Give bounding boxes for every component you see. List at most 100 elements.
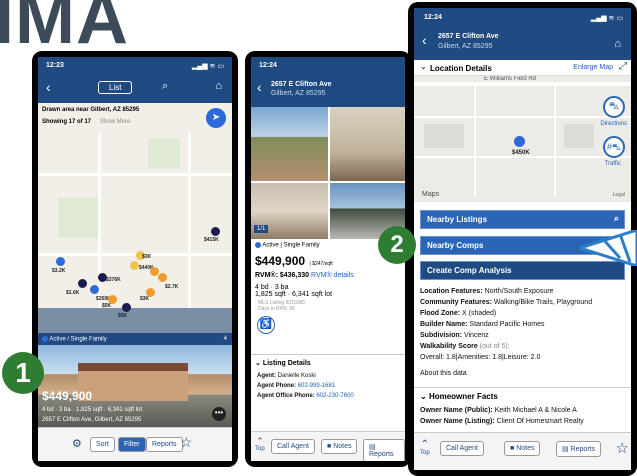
expand-icon[interactable]: ⤢: [619, 61, 627, 72]
label: Subdivision:: [420, 332, 462, 339]
search-icon[interactable]: ⌕: [162, 80, 168, 93]
street-label: E Williams Field Rd: [484, 76, 537, 82]
map-pin[interactable]: [150, 267, 159, 276]
report-icon: ▤: [562, 446, 569, 453]
traffic-icon[interactable]: #⛍: [603, 136, 625, 158]
label: Flood Zone:: [420, 310, 461, 317]
notes-label: Notes: [333, 443, 352, 450]
top-button[interactable]: ⌃ Top: [420, 440, 430, 457]
drawn-area-label: Drawn area near Gilbert, AZ 85295: [42, 107, 140, 113]
navbar: 12:23 ▂▄▆ ≋ ▭ ‹ List ⌕ ⌂: [38, 57, 232, 103]
agent-phone-link[interactable]: 602-999-1681: [298, 383, 335, 389]
reports-button[interactable]: ▤ Reports: [363, 439, 405, 461]
status-label: Active / Single Family: [49, 336, 107, 343]
notes-button[interactable]: ■ Notes: [504, 441, 541, 456]
owner-public-row: Owner Name (Public): Keith Michael A & N…: [414, 405, 631, 416]
map-pin[interactable]: [158, 273, 167, 282]
home-icon[interactable]: ⌂: [215, 80, 222, 92]
directions-car-icon[interactable]: ⛍: [603, 96, 625, 118]
location-details-title: Location Details: [430, 64, 492, 73]
pin-price: $3.2K: [52, 268, 66, 274]
reports-button[interactable]: ▤ Reports: [556, 441, 602, 457]
camera-icon: ■: [327, 443, 332, 450]
map-pin[interactable]: [211, 227, 220, 236]
community-features-row: Community Features: Walking/Bike Trails,…: [414, 297, 631, 308]
pin-price: $5K: [102, 303, 112, 309]
location-features-row: Location Features: North/South Exposure: [414, 286, 631, 297]
top-label: Top: [420, 450, 430, 456]
flood-zone-row: Flood Zone: X (shaded): [414, 308, 631, 319]
list-button[interactable]: List: [98, 81, 133, 94]
back-chevron-icon[interactable]: ‹: [422, 32, 427, 48]
location-details-header[interactable]: ⌄ Location Details Enlarge Map ⤢: [414, 60, 631, 76]
agent-name: Danielle Koski: [277, 372, 316, 379]
map-pin[interactable]: [78, 279, 87, 288]
call-agent-button[interactable]: Call Agent: [271, 439, 315, 454]
walkability-row: Walkability Score (out of 5):: [414, 341, 631, 352]
photo-thumb[interactable]: [251, 107, 328, 181]
sort-button[interactable]: Sort: [90, 437, 115, 452]
notes-label: Notes: [516, 445, 535, 452]
status-icons: ▂▄▆ ≋ ▭: [191, 63, 224, 70]
address-line1: 2657 E Clifton Ave: [271, 81, 332, 88]
call-agent-button[interactable]: Call Agent: [440, 441, 484, 456]
map-pin[interactable]: [514, 136, 525, 147]
home-icon[interactable]: ⌂: [614, 38, 621, 50]
step-badge-2: 2: [378, 226, 416, 264]
chevron-down-icon: ⌄: [255, 359, 261, 367]
mls-line: · MLS Listing 6210385: [255, 299, 306, 306]
pin-price: $415K: [204, 237, 219, 243]
location-map[interactable]: E Williams Field Rd $450K ⛍ Directions #…: [414, 76, 631, 202]
back-chevron-icon[interactable]: ‹: [46, 79, 51, 95]
sqft-line: 1,825 sqft · 6,341 sqft lot: [255, 290, 333, 298]
show-more-link[interactable]: Show More: [100, 119, 130, 125]
star-icon[interactable]: ☆: [616, 439, 629, 457]
office-phone-link[interactable]: 602-230-7600: [316, 393, 353, 399]
reports-button[interactable]: Reports: [146, 437, 183, 452]
days-line: · Days in RPR: 66: [255, 305, 296, 312]
settings-icon[interactable]: ⚙: [72, 437, 82, 450]
map-pin[interactable]: [122, 303, 131, 312]
address-line2: Gilbert, AZ 85295: [438, 43, 493, 50]
nearby-listings-label: Nearby Listings: [427, 215, 488, 224]
about-data-link[interactable]: About this data: [414, 368, 631, 379]
wheelchair-icon: ♿: [257, 315, 275, 334]
more-icon[interactable]: •••: [212, 407, 226, 421]
map-pin[interactable]: [130, 261, 139, 270]
rvm-details-link[interactable]: RVM® details: [311, 272, 354, 279]
legal-link[interactable]: Legal: [613, 192, 625, 198]
map-pin[interactable]: [56, 257, 65, 266]
listing-details-header[interactable]: ⌄ Listing Details: [251, 353, 405, 371]
map-pin[interactable]: [90, 285, 99, 294]
star-icon[interactable]: ☆: [180, 434, 193, 451]
listing-photo[interactable]: $449,900 4 bd · 3 ba · 1,825 sqft · 6,34…: [38, 345, 232, 427]
office-phone-row: Agent Office Phone: 602-230-7600: [251, 391, 405, 401]
agent-label: Agent:: [257, 372, 276, 379]
label: Owner Name (Listing):: [420, 418, 495, 425]
showing-count: Showing 17 of 17: [42, 119, 92, 125]
pin-price: $450K: [512, 150, 530, 156]
address-line1: 2657 E Clifton Ave: [438, 33, 499, 40]
photo-thumb[interactable]: [330, 107, 405, 181]
value: X (shaded): [462, 310, 497, 317]
map-view[interactable]: Drawn area near Gilbert, AZ 85295 Showin…: [38, 103, 232, 333]
back-chevron-icon[interactable]: ‹: [257, 79, 262, 95]
notes-button[interactable]: ■ Notes: [321, 439, 358, 454]
chevron-down-icon: ⌄: [420, 62, 427, 71]
listing-details-title: Listing Details: [262, 359, 311, 367]
homeowner-facts-title: Homeowner Facts: [428, 392, 498, 401]
enlarge-map-link[interactable]: Enlarge Map: [573, 64, 613, 71]
status-label: Active | Single Family: [262, 242, 320, 249]
filter-button[interactable]: Filter: [118, 437, 146, 452]
top-button[interactable]: ⌃ Top: [255, 437, 265, 453]
photo-gallery[interactable]: 1/1: [251, 107, 405, 239]
status-time: 12:24: [424, 14, 442, 21]
rvm-row: RVM®: $436,330 RVM® details: [251, 270, 405, 281]
owner-listing-row: Owner Name (Listing): Client Of Homesmar…: [414, 416, 631, 427]
homeowner-facts-header[interactable]: ⌄ Homeowner Facts: [414, 387, 631, 405]
value: Standard Pacific Homes: [469, 321, 545, 328]
camera-icon: ■: [510, 445, 515, 452]
nearby-listings-button[interactable]: Nearby Listings ⌕: [420, 210, 625, 229]
locate-icon[interactable]: ➤: [206, 108, 226, 128]
out-of: (out of 5):: [479, 343, 510, 350]
